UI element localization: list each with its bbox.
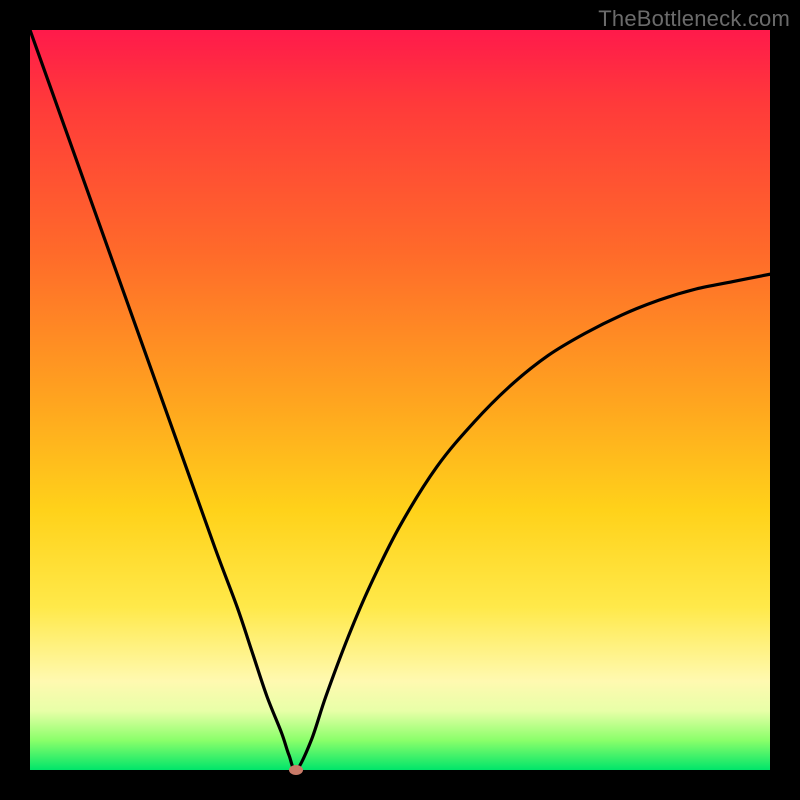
chart-frame: TheBottleneck.com — [0, 0, 800, 800]
bottleneck-curve — [30, 30, 770, 770]
credit-label: TheBottleneck.com — [598, 6, 790, 32]
minimum-marker — [289, 765, 303, 775]
plot-area — [30, 30, 770, 770]
